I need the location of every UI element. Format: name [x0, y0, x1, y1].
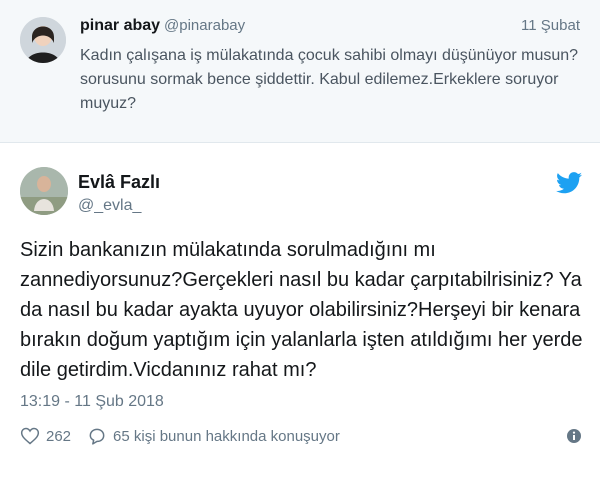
quoted-avatar[interactable]: [20, 17, 66, 63]
reply-button[interactable]: 65 kişi bunun hakkında konuşuyor: [87, 426, 340, 446]
heart-icon: [20, 427, 40, 445]
like-count: 262: [46, 427, 72, 445]
like-button[interactable]: 262: [20, 426, 71, 446]
twitter-bird-icon[interactable]: [556, 172, 582, 194]
author-name[interactable]: Evlâ Fazlı: [78, 172, 160, 193]
tweet-actions: 262 65 kişi bunun hakkında konuşuyor: [20, 424, 340, 448]
quoted-date[interactable]: 11 Şubat: [521, 17, 580, 34]
quoted-name: pinar abay: [80, 17, 161, 34]
author-handle[interactable]: @_evla_: [78, 197, 141, 215]
tweet-text: Sizin bankanızın mülakatında sorulmadığı…: [20, 239, 583, 381]
tweet-timestamp[interactable]: 13:19 - 11 Şub 2018: [20, 393, 164, 411]
comment-icon: [89, 428, 105, 445]
reply-count-text: 65 kişi bunun hakkında konuşuyor: [113, 427, 340, 445]
author-avatar[interactable]: [20, 167, 68, 215]
quoted-tweet[interactable]: pinar abay @pinarabay 11 Şubat Kadın çalı…: [0, 0, 600, 143]
quoted-text: Kadın çalışana iş mülakatında çocuk sahi…: [80, 47, 579, 112]
quoted-handle: @pinarabay: [164, 17, 246, 34]
info-icon[interactable]: [566, 428, 582, 444]
quoted-author[interactable]: pinar abay @pinarabay: [80, 17, 245, 35]
